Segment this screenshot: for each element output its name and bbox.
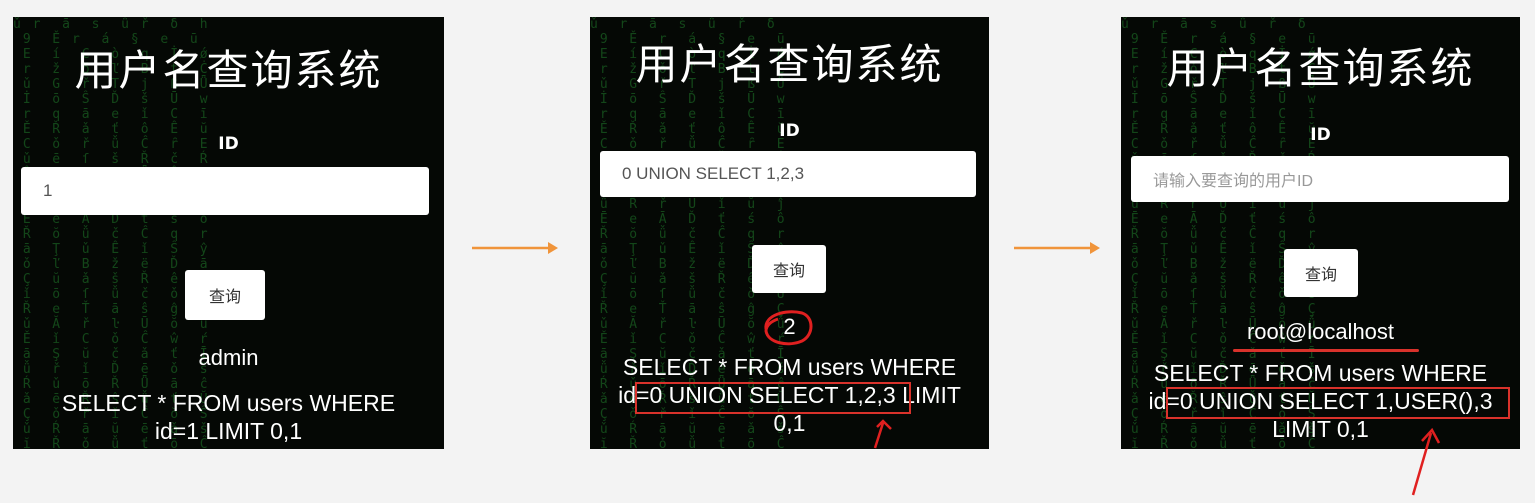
panel-1: ǔ r ā s ǚ ř δ h 9 Ě r á § e ū E í C ò q … — [13, 17, 444, 449]
page-title: 用户名查询系统 — [74, 46, 383, 95]
payload-highlight-box — [1166, 387, 1510, 419]
sql-line: SELECT * FROM users WHERE — [61, 390, 396, 416]
id-label: ID — [779, 121, 800, 141]
flow-arrow-icon — [472, 242, 558, 254]
panel-3: ǔ r ā s ǚ ř δ 9 Ě r á § e ū E í C ò q İ … — [1121, 17, 1520, 449]
red-arrow-icon — [1411, 427, 1441, 496]
flow-arrow-icon — [1014, 242, 1100, 254]
payload-highlight-box — [635, 382, 911, 414]
sql-query-text: SELECT * FROM users WHERE id=1 LIMIT 0,1 — [13, 389, 444, 445]
id-input[interactable]: 请输入要查询的用户ID — [1131, 156, 1509, 202]
sql-line: LIMIT 0,1 — [1272, 416, 1369, 442]
query-result: root@localhost — [1246, 319, 1395, 344]
id-label: ID — [1310, 125, 1331, 145]
page-title: 用户名查询系统 — [635, 40, 944, 89]
query-button[interactable]: 查询 — [185, 270, 265, 320]
red-arrow-icon — [873, 419, 892, 449]
id-label: ID — [218, 134, 239, 154]
query-result: 2 — [783, 314, 796, 339]
result-underline-annotation — [1233, 349, 1419, 352]
query-button[interactable]: 查询 — [752, 245, 826, 293]
sql-line: SELECT * FROM users WHERE — [622, 354, 957, 380]
sql-line: SELECT * FROM users WHERE — [1153, 360, 1488, 386]
id-input[interactable]: 0 UNION SELECT 1,2,3 — [600, 151, 976, 197]
query-button[interactable]: 查询 — [1284, 249, 1358, 297]
id-input[interactable]: 1 — [21, 167, 429, 215]
query-result: admin — [198, 345, 259, 370]
panel-2: ǔ r ā s ǚ ř δ 9 Ě r á § e ū E í C ò q İ … — [590, 17, 989, 449]
page-title: 用户名查询系统 — [1166, 44, 1475, 93]
sql-line: id=1 LIMIT 0,1 — [154, 418, 303, 444]
